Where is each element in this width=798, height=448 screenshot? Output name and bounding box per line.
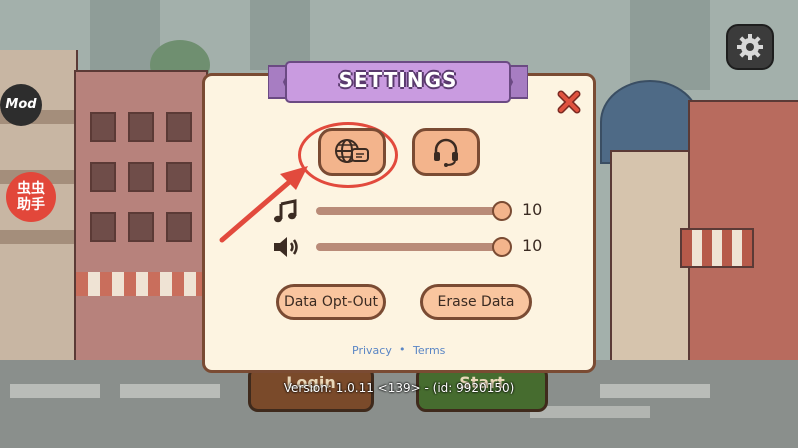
support-button[interactable] — [412, 128, 480, 176]
settings-gear-button[interactable] — [726, 24, 774, 70]
speaker-icon — [274, 237, 298, 257]
music-volume-icon-wrap — [270, 196, 302, 226]
privacy-link[interactable]: Privacy — [352, 344, 392, 357]
bug-helper-label: 虫虫 助手 — [17, 181, 45, 213]
erase-data-button[interactable]: Erase Data — [420, 284, 532, 320]
music-volume-slider[interactable] — [316, 207, 504, 215]
terms-link[interactable]: Terms — [413, 344, 445, 357]
link-separator: • — [399, 343, 406, 356]
bug-helper-button[interactable]: 虫虫 助手 — [6, 172, 56, 222]
close-icon — [557, 90, 581, 114]
headset-icon — [434, 138, 458, 167]
language-button[interactable] — [318, 128, 386, 176]
music-volume-knob[interactable] — [492, 201, 512, 221]
music-volume-value: 10 — [522, 200, 543, 219]
background-awning — [680, 228, 754, 268]
background-building — [630, 0, 710, 90]
data-opt-out-button[interactable]: Data Opt-Out — [276, 284, 386, 320]
sfx-volume-value: 10 — [522, 236, 543, 255]
sfx-volume-icon-wrap — [270, 232, 302, 262]
crosswalk-stripe — [600, 384, 710, 398]
sfx-volume-knob[interactable] — [492, 237, 512, 257]
background-building — [74, 70, 208, 364]
music-note-icon — [274, 199, 297, 223]
background-street — [0, 360, 798, 448]
crosswalk-stripe — [10, 384, 100, 398]
sfx-volume-slider[interactable] — [316, 243, 504, 251]
version-label: Version: 1.0.11 <139> - (id: 9920150) — [283, 381, 515, 395]
gear-icon — [737, 34, 763, 60]
mod-button[interactable]: Mod — [0, 84, 42, 126]
settings-title: SETTINGS — [338, 68, 458, 92]
pointer-arrow — [219, 166, 308, 243]
close-button[interactable] — [556, 89, 582, 115]
globe-chat-icon — [335, 139, 369, 163]
crosswalk-stripe — [530, 406, 650, 418]
